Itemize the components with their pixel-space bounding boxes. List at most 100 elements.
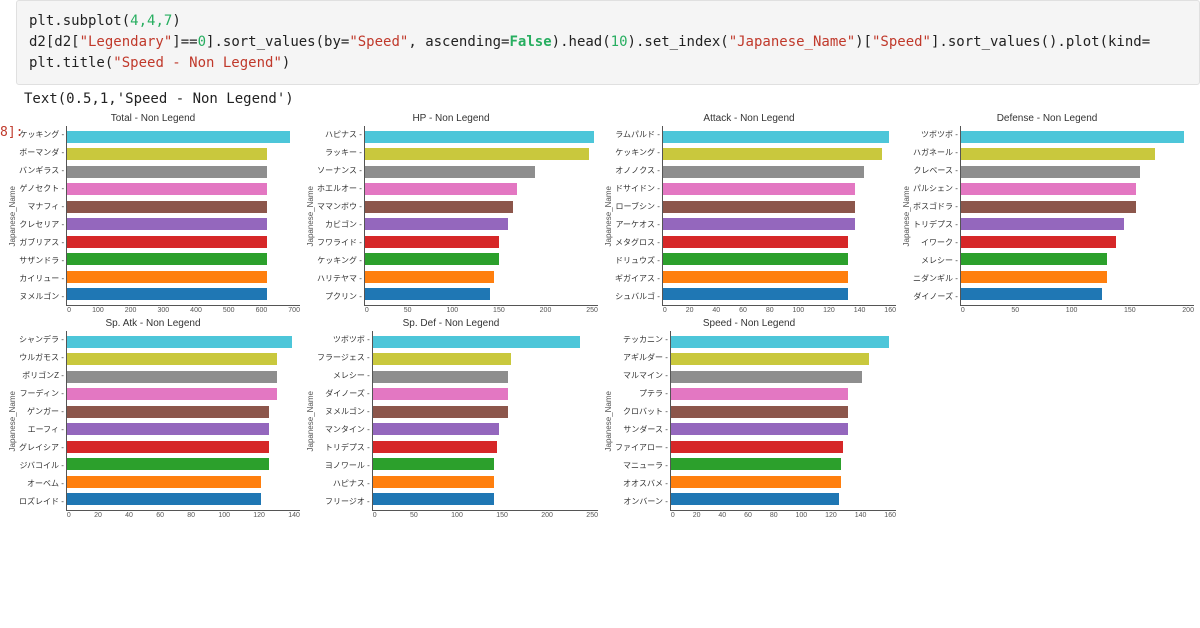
bar — [67, 406, 269, 418]
bar — [663, 131, 889, 143]
x-axis: 020406080100120140160 — [671, 512, 896, 519]
bar — [373, 441, 497, 453]
bar — [365, 148, 589, 160]
category-labels: ラムパルド -ケッキング -オノノクス -ドサイドン -ローブシン -アーケオス… — [615, 126, 662, 306]
bar — [373, 371, 508, 383]
bar — [373, 406, 508, 418]
bar — [67, 353, 277, 365]
y-axis-label: Japanese_Name — [304, 186, 317, 246]
bar — [663, 253, 848, 265]
chart-title: Speed - Non Legend — [602, 318, 896, 329]
category-labels: ハピナス -ラッキー -ソーナンス -ホエルオー -ママンボウ -カビゴン -フ… — [317, 126, 364, 306]
chart: Sp. Def - Non LegendJapanese_Nameツボツボ -フ… — [304, 318, 598, 519]
bar — [67, 148, 267, 160]
bar — [961, 131, 1184, 143]
bar — [671, 423, 848, 435]
bar — [961, 236, 1116, 248]
bar — [365, 288, 491, 300]
bar — [671, 476, 842, 488]
x-axis: 0100200300400500600700 — [67, 307, 300, 314]
y-axis-label: Japanese_Name — [900, 186, 913, 246]
bar — [373, 336, 580, 348]
x-axis: 050100150200250 — [373, 512, 598, 519]
chart: Speed - Non LegendJapanese_Nameテッカニン -アギ… — [602, 318, 896, 519]
bar — [961, 166, 1140, 178]
chart-title: Defense - Non Legend — [900, 113, 1194, 124]
bar — [67, 458, 269, 470]
bar — [663, 236, 848, 248]
code-cell: plt.subplot(4,4,7) d2[d2["Legendary"]==0… — [16, 0, 1200, 85]
x-axis: 020406080100120140 — [67, 512, 300, 519]
bar — [373, 493, 495, 505]
category-labels: シャンデラ -ウルガモス -ポリゴンZ -フーディン -ゲンガー -エーフィ -… — [19, 331, 66, 511]
chart: HP - Non LegendJapanese_Nameハピナス -ラッキー -… — [304, 113, 598, 314]
bar — [961, 183, 1136, 195]
bar — [67, 166, 267, 178]
bar — [663, 183, 855, 195]
bar — [961, 288, 1102, 300]
bar — [671, 441, 843, 453]
bar — [67, 253, 267, 265]
bar — [373, 476, 495, 488]
bar — [67, 423, 269, 435]
bar — [373, 423, 499, 435]
chart-title: Attack - Non Legend — [602, 113, 896, 124]
chart: Sp. Atk - Non LegendJapanese_Nameシャンデラ -… — [6, 318, 300, 519]
output-text: Text(0.5,1,'Speed - Non Legend') — [24, 91, 1200, 107]
x-axis: 050100150200250 — [365, 307, 598, 314]
plot-area — [66, 331, 300, 511]
bar — [365, 131, 594, 143]
bar — [663, 288, 848, 300]
plot-area — [364, 126, 598, 306]
bar — [671, 353, 869, 365]
charts-grid: Total - Non LegendJapanese_Nameケッキング -ボー… — [6, 113, 1194, 519]
y-axis-label: Japanese_Name — [602, 186, 615, 246]
bar — [365, 201, 513, 213]
bar — [961, 218, 1124, 230]
bar — [671, 371, 862, 383]
plot-area — [670, 331, 896, 511]
bar — [961, 148, 1155, 160]
plot-area — [662, 126, 896, 306]
chart-title: Sp. Atk - Non Legend — [6, 318, 300, 329]
bar — [663, 218, 855, 230]
bar — [67, 131, 290, 143]
bar — [671, 388, 848, 400]
bar — [67, 201, 267, 213]
chart: Total - Non Legend Japanese_Nameケッキング -ボー… — [6, 113, 300, 314]
bar — [67, 371, 277, 383]
bar — [365, 218, 508, 230]
bar — [373, 388, 508, 400]
category-labels: ツボツボ -フラージェス -メレシー -ダイノーズ -ヌメルゴン -マンタイン … — [317, 331, 372, 511]
y-axis-label: Japanese_Name — [6, 186, 19, 246]
bar — [67, 476, 261, 488]
bar — [365, 166, 535, 178]
bar — [961, 271, 1107, 283]
bar — [365, 236, 499, 248]
bar — [365, 271, 494, 283]
bar — [373, 458, 495, 470]
category-labels: テッカニン -アギルダー -マルマイン -プテラ -クロバット -サンダース -… — [615, 331, 670, 511]
bar — [671, 493, 839, 505]
bar — [961, 253, 1107, 265]
bar — [961, 201, 1136, 213]
plot-area — [66, 126, 300, 306]
bar — [373, 353, 512, 365]
bar — [67, 183, 267, 195]
chart: Defense - Non LegendJapanese_Nameツボツボ -ハ… — [900, 113, 1194, 314]
bar — [67, 288, 267, 300]
x-axis: 050100150200 — [961, 307, 1194, 314]
category-labels: ケッキング -ボーマンダ -バンギラス -ゲノセクト -マナフィ -クレセリア … — [19, 126, 66, 306]
bar — [67, 271, 267, 283]
bar — [671, 458, 842, 470]
bar — [67, 441, 269, 453]
plot-area — [960, 126, 1194, 306]
bar — [67, 218, 267, 230]
chart: Attack - Non Legend Japanese_Nameラムパルド -ケ… — [602, 113, 896, 314]
bar — [663, 166, 865, 178]
plot-area — [372, 331, 598, 511]
bar — [663, 148, 882, 160]
chart-title: Total - Non Legend — [6, 113, 300, 124]
bar — [663, 201, 855, 213]
bar — [671, 406, 848, 418]
